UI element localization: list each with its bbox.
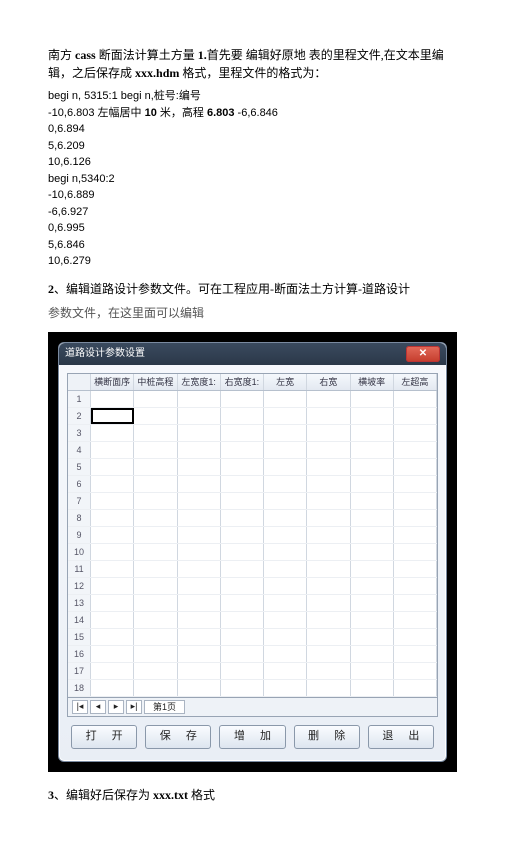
table-row[interactable]: 14: [68, 612, 437, 629]
table-row[interactable]: 17: [68, 663, 437, 680]
table-row[interactable]: 12: [68, 578, 437, 595]
sheet-tab-1[interactable]: 第1页: [144, 700, 185, 714]
active-cell: [91, 408, 134, 424]
screenshot-frame: 道路设计参数设置 ✕ 横断面序号 中桩高程 左宽度1: 右宽度1: 左宽 右宽 …: [48, 332, 457, 772]
step-3: 3、编辑好后保存为 xxx.txt 格式: [48, 786, 457, 804]
dialog-titlebar: 道路设计参数设置 ✕: [59, 343, 446, 365]
table-row[interactable]: 11: [68, 561, 437, 578]
hdm-sample-lines: begi n, 5315:1 begi n,桩号:编号 -10,6.803 左幅…: [48, 88, 457, 270]
delete-button[interactable]: 删 除: [294, 725, 360, 749]
table-row[interactable]: 9: [68, 527, 437, 544]
save-button[interactable]: 保 存: [145, 725, 211, 749]
intro-paragraph: 南方 cass 断面法计算土方量 1.首先要 编辑好原地 表的里程文件,在文本里…: [48, 46, 457, 82]
table-row[interactable]: 13: [68, 595, 437, 612]
open-button[interactable]: 打 开: [71, 725, 137, 749]
table-row[interactable]: 8: [68, 510, 437, 527]
tab-prev-icon[interactable]: ◂: [90, 700, 106, 714]
table-row[interactable]: 1: [68, 391, 437, 408]
table-row[interactable]: 18: [68, 680, 437, 697]
exit-button[interactable]: 退 出: [368, 725, 434, 749]
table-row[interactable]: 15: [68, 629, 437, 646]
tab-next-icon[interactable]: ▸: [108, 700, 124, 714]
parameter-grid[interactable]: 横断面序号 中桩高程 左宽度1: 右宽度1: 左宽 右宽 横坡率 左超高 123…: [67, 373, 438, 698]
table-row[interactable]: 6: [68, 476, 437, 493]
tab-first-icon[interactable]: |◂: [72, 700, 88, 714]
tab-last-icon[interactable]: ▸|: [126, 700, 142, 714]
table-row[interactable]: 7: [68, 493, 437, 510]
table-row[interactable]: 10: [68, 544, 437, 561]
step-2-sub: 参数文件，在这里面可以编辑: [48, 304, 457, 322]
table-row[interactable]: 16: [68, 646, 437, 663]
dialog-title: 道路设计参数设置: [65, 346, 145, 361]
table-row[interactable]: 2: [68, 408, 437, 425]
table-row[interactable]: 5: [68, 459, 437, 476]
close-icon[interactable]: ✕: [406, 346, 440, 362]
add-button[interactable]: 增 加: [219, 725, 285, 749]
table-row[interactable]: 4: [68, 442, 437, 459]
grid-header: 横断面序号 中桩高程 左宽度1: 右宽度1: 左宽 右宽 横坡率 左超高: [68, 374, 437, 391]
dialog-window: 道路设计参数设置 ✕ 横断面序号 中桩高程 左宽度1: 右宽度1: 左宽 右宽 …: [58, 342, 447, 762]
dialog-buttons: 打 开 保 存 增 加 删 除 退 出: [67, 717, 438, 753]
step-2: 2、编辑道路设计参数文件。可在工程应用-断面法土方计算-道路设计: [48, 280, 457, 298]
table-row[interactable]: 3: [68, 425, 437, 442]
